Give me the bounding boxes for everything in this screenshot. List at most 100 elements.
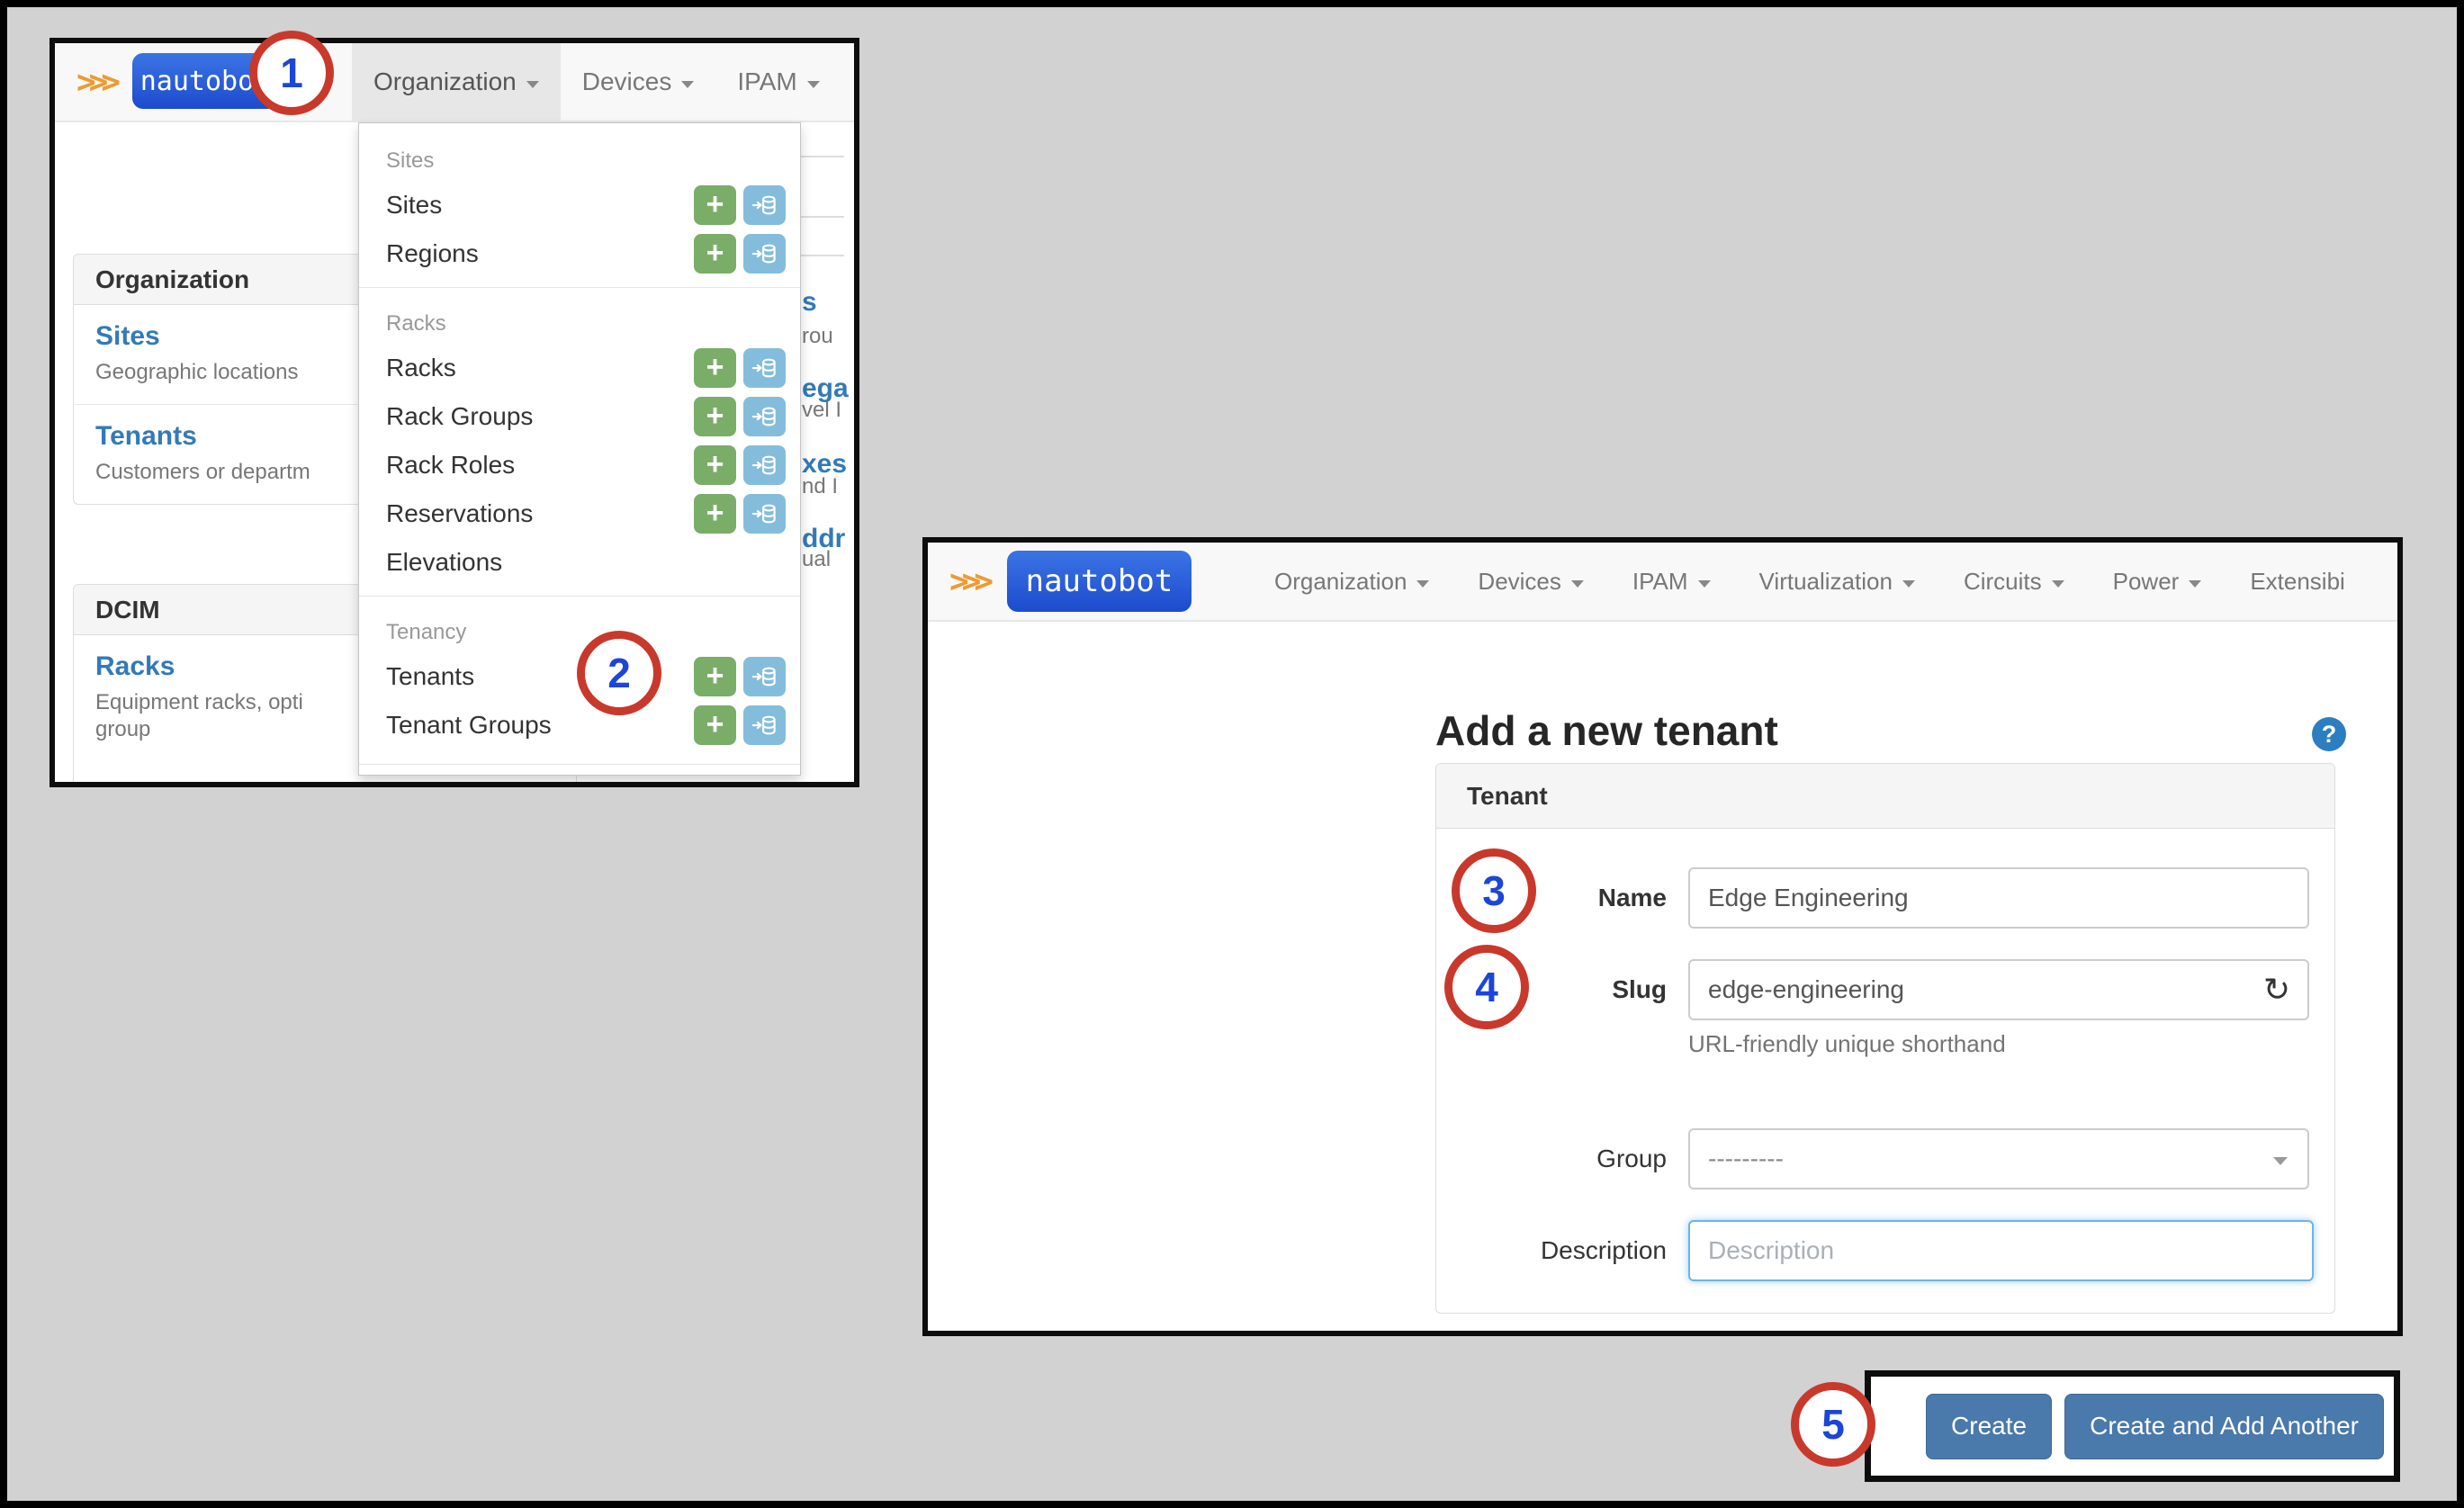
- add-rack-groups-button[interactable]: +: [694, 397, 736, 436]
- menu-item-rack-groups[interactable]: Rack Groups +: [359, 392, 800, 441]
- menu-item-reservations[interactable]: Reservations +: [359, 489, 800, 538]
- database-import-icon: [751, 403, 778, 430]
- nav-item-ipam[interactable]: IPAM: [715, 43, 841, 121]
- add-reservations-button[interactable]: +: [694, 494, 736, 534]
- plus-icon: +: [706, 352, 724, 382]
- nav-item-devices[interactable]: Devices: [1453, 543, 1607, 620]
- nautobot-chevrons-icon: >>>: [949, 543, 994, 620]
- page-fragment-desc: rou: [802, 324, 854, 349]
- menu-item-racks[interactable]: Racks +: [359, 344, 800, 392]
- page-fragment-desc: nd I: [802, 474, 854, 499]
- nav-item-virtualization[interactable]: Virtualization: [1735, 543, 1939, 620]
- menu-item-label: Rack Groups: [386, 402, 533, 431]
- import-tenant-groups-button[interactable]: [743, 705, 786, 745]
- create-button[interactable]: Create: [1926, 1394, 2052, 1459]
- chevron-down-icon: [807, 81, 820, 88]
- page-fragment-link: s: [802, 287, 854, 318]
- menu-item-regions[interactable]: Regions +: [359, 229, 800, 278]
- nautobot-chevrons-icon: >>>: [76, 43, 121, 121]
- menu-section-header-racks: Racks: [359, 297, 800, 344]
- menu-divider: [359, 287, 800, 288]
- menu-item-elevations[interactable]: Elevations: [359, 538, 800, 587]
- chevron-down-icon: [2052, 580, 2064, 588]
- chevron-down-icon: [1902, 580, 1915, 588]
- add-tenants-button[interactable]: +: [694, 657, 736, 696]
- nav-item-devices[interactable]: Devices: [561, 43, 716, 121]
- add-regions-button[interactable]: +: [694, 234, 736, 274]
- nautobot-logo[interactable]: nautobot: [1007, 551, 1192, 612]
- navbar-menu: Organization Devices IPAM: [352, 43, 841, 121]
- plus-icon: +: [706, 449, 724, 480]
- nav-item-extensibility[interactable]: Extensibi: [2226, 543, 2370, 620]
- plus-icon: +: [706, 189, 724, 220]
- import-tenants-button[interactable]: [743, 657, 786, 696]
- chevron-down-icon: [526, 81, 539, 88]
- nav-item-organization[interactable]: Organization: [1250, 543, 1453, 620]
- chevron-down-icon: [1698, 580, 1711, 588]
- annotation-step-5: 5: [1791, 1382, 1875, 1467]
- plus-icon: +: [706, 709, 724, 740]
- nav-item-label: Extensibi: [2250, 568, 2345, 596]
- regenerate-slug-button[interactable]: ↻: [2246, 959, 2309, 1020]
- menu-item-label: Rack Roles: [386, 451, 515, 480]
- tenant-form-header: Tenant: [1436, 764, 2334, 829]
- import-regions-button[interactable]: [743, 234, 786, 274]
- nav-item-label: Devices: [1478, 568, 1560, 596]
- menu-item-tenant-groups[interactable]: Tenant Groups +: [359, 701, 800, 750]
- menu-item-label: Reservations: [386, 499, 533, 528]
- nav-item-ipam[interactable]: IPAM: [1608, 543, 1735, 620]
- plus-icon: +: [706, 238, 724, 268]
- chevron-down-icon: [2189, 580, 2201, 588]
- menu-item-sites[interactable]: Sites +: [359, 181, 800, 229]
- nav-item-label: IPAM: [1632, 568, 1688, 596]
- navbar-menu: Organization Devices IPAM Virtualization…: [1250, 543, 2397, 620]
- menu-item-label: Racks: [386, 354, 456, 382]
- nav-item-label: Virtualization: [1759, 568, 1893, 596]
- group-label: Group: [1436, 1128, 1667, 1189]
- name-field[interactable]: [1688, 867, 2309, 929]
- annotation-step-2: 2: [577, 631, 661, 715]
- screenshot-nav-menu: Organization Sites Geographic locations …: [49, 38, 859, 787]
- help-icon[interactable]: ?: [2312, 717, 2346, 751]
- import-racks-button[interactable]: [743, 348, 786, 388]
- group-select-value: ---------: [1708, 1144, 1784, 1173]
- add-tenant-groups-button[interactable]: +: [694, 705, 736, 745]
- annotation-step-1: 1: [249, 31, 334, 115]
- add-rack-roles-button[interactable]: +: [694, 445, 736, 485]
- nav-item-power[interactable]: Power: [2089, 543, 2226, 620]
- menu-item-actions: +: [694, 397, 786, 436]
- add-sites-button[interactable]: +: [694, 185, 736, 225]
- add-racks-button[interactable]: +: [694, 348, 736, 388]
- menu-item-label: Elevations: [386, 548, 502, 577]
- annotation-step-3: 3: [1452, 848, 1536, 933]
- nav-item-organization[interactable]: Organization: [352, 43, 561, 121]
- menu-item-label: Regions: [386, 239, 479, 268]
- menu-item-actions: +: [694, 348, 786, 388]
- slug-field[interactable]: [1688, 959, 2248, 1020]
- plus-icon: +: [706, 498, 724, 528]
- nav-item-label: Devices: [582, 67, 672, 96]
- menu-item-rack-roles[interactable]: Rack Roles +: [359, 441, 800, 489]
- import-rack-groups-button[interactable]: [743, 397, 786, 436]
- menu-section-header-sites: Sites: [359, 134, 800, 181]
- nav-item-circuits[interactable]: Circuits: [1939, 543, 2089, 620]
- import-sites-button[interactable]: [743, 185, 786, 225]
- page-fragment-line: [800, 156, 844, 157]
- annotation-step-4: 4: [1444, 945, 1529, 1029]
- description-label: Description: [1436, 1220, 1667, 1281]
- menu-item-actions: +: [694, 657, 786, 696]
- menu-item-actions: +: [694, 494, 786, 534]
- import-rack-roles-button[interactable]: [743, 445, 786, 485]
- create-and-add-another-button[interactable]: Create and Add Another: [2064, 1394, 2384, 1459]
- menu-item-actions: +: [694, 234, 786, 274]
- menu-item-actions: +: [694, 185, 786, 225]
- database-import-icon: [751, 192, 778, 219]
- menu-item-label: Tenants: [386, 662, 474, 691]
- refresh-icon: ↻: [2263, 971, 2290, 1009]
- description-field[interactable]: [1688, 1220, 2314, 1281]
- nav-item-label: Circuits: [1964, 568, 2042, 596]
- plus-icon: +: [706, 400, 724, 431]
- group-select[interactable]: ---------: [1688, 1128, 2309, 1189]
- database-import-icon: [751, 452, 778, 479]
- import-reservations-button[interactable]: [743, 494, 786, 534]
